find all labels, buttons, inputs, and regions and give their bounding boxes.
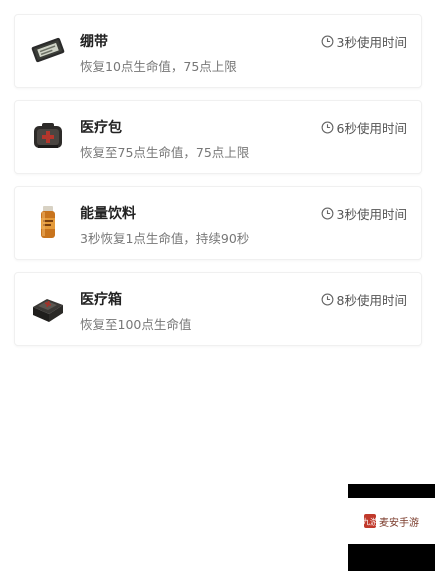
medical-case-icon	[29, 289, 67, 327]
item-description: 恢复至100点生命值	[80, 317, 192, 332]
item-title: 绷带	[80, 34, 108, 50]
clock-icon	[321, 121, 333, 134]
watermark: 九游 麦安手游	[348, 484, 435, 571]
item-description: 恢复10点生命值，75点上限	[80, 59, 237, 74]
list-item[interactable]: 医疗包 恢复至75点生命值，75点上限 6秒使用时间	[14, 100, 422, 174]
use-time: 3秒使用时间	[321, 204, 407, 223]
item-description: 恢复至75点生命值，75点上限	[80, 145, 250, 160]
item-title: 医疗箱	[80, 292, 122, 308]
use-time-label: 6秒使用时间	[336, 121, 407, 136]
item-description: 3秒恢复1点生命值，持续90秒	[80, 231, 250, 246]
use-time: 3秒使用时间	[321, 32, 407, 51]
energy-drink-icon	[29, 203, 67, 241]
clock-icon	[321, 293, 333, 306]
item-title: 医疗包	[80, 120, 122, 136]
item-list: 绷带 恢复10点生命值，75点上限 3秒使用时间 医疗包 恢复至75点生命值，7…	[14, 14, 422, 358]
clock-icon	[321, 35, 333, 48]
watermark-banner: 九游 麦安手游	[348, 498, 435, 544]
use-time: 8秒使用时间	[321, 290, 407, 309]
list-item[interactable]: 能量饮料 3秒恢复1点生命值，持续90秒 3秒使用时间	[14, 186, 422, 260]
medkit-icon	[29, 117, 67, 155]
use-time-label: 3秒使用时间	[336, 207, 407, 222]
watermark-logo-icon: 九游	[364, 514, 376, 528]
clock-icon	[321, 207, 333, 220]
use-time-label: 8秒使用时间	[336, 293, 407, 308]
watermark-logo-text: 九游	[364, 517, 376, 527]
list-item[interactable]: 医疗箱 恢复至100点生命值 8秒使用时间	[14, 272, 422, 346]
list-item[interactable]: 绷带 恢复10点生命值，75点上限 3秒使用时间	[14, 14, 422, 88]
watermark-text: 麦安手游	[379, 517, 419, 529]
use-time-label: 3秒使用时间	[336, 35, 407, 50]
bandage-icon	[29, 31, 67, 69]
use-time: 6秒使用时间	[321, 118, 407, 137]
item-title: 能量饮料	[80, 206, 136, 222]
